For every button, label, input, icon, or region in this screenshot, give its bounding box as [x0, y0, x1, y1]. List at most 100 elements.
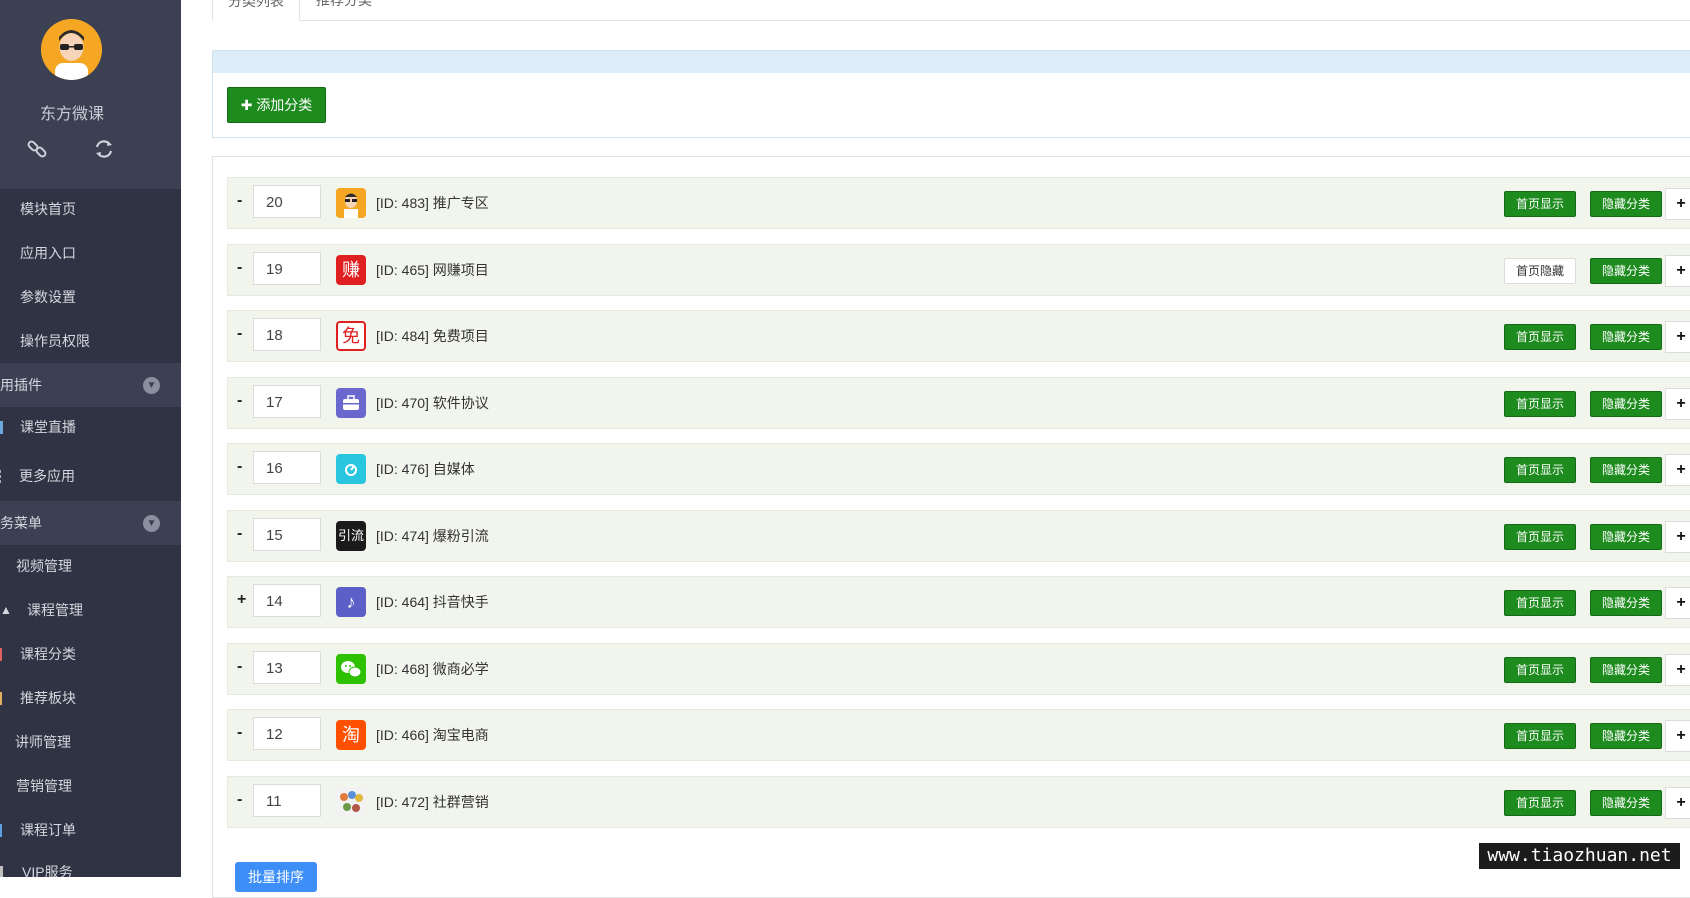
show-on-home-button[interactable]: 首页显示 — [1504, 191, 1576, 217]
add-subcategory-button[interactable]: + — [1665, 521, 1690, 553]
show-on-home-button[interactable]: 首页显示 — [1504, 590, 1576, 616]
collapse-toggle[interactable]: - — [237, 259, 247, 277]
avatar[interactable] — [41, 19, 102, 80]
show-on-home-button[interactable]: 首页显示 — [1504, 457, 1576, 483]
tab-category-list[interactable]: 分类列表 — [212, 0, 300, 21]
sidebar-item-more-apps[interactable]: 更多应用 — [0, 456, 181, 496]
category-row: -18 免 [ID: 484] 免费项目 首页显示 隐藏分类 + — [227, 310, 1690, 362]
sort-order-input[interactable]: 13 — [253, 651, 321, 684]
collapse-toggle[interactable]: - — [237, 724, 247, 742]
add-category-button[interactable]: ✚ 添加分类 — [227, 87, 326, 123]
category-name: [ID: 468] 微商必学 — [376, 661, 489, 677]
sidebar-item-course-management[interactable]: ▲ 课程管理 — [0, 590, 181, 630]
apps-icon — [0, 470, 2, 483]
hide-category-button[interactable]: 隐藏分类 — [1590, 590, 1662, 616]
sidebar-item-live-class[interactable]: 课堂直播 — [0, 407, 181, 447]
link-icon[interactable] — [22, 138, 52, 168]
category-name: [ID: 465] 网赚项目 — [376, 262, 489, 278]
collapse-toggle[interactable]: - — [237, 525, 247, 543]
tab-recommended-category[interactable]: 推荐分类 — [316, 0, 372, 19]
category-name: [ID: 476] 自媒体 — [376, 461, 475, 477]
sort-order-input[interactable]: 14 — [253, 584, 321, 617]
bulk-sort-button[interactable]: 批量排序 — [235, 862, 317, 892]
collapse-toggle[interactable]: - — [237, 791, 247, 809]
sidebar-group-plugins[interactable]: 用插件 ▼ — [0, 363, 181, 407]
order-icon — [0, 824, 2, 837]
sidebar-item-video-management[interactable]: 视频管理 — [0, 546, 181, 586]
sidebar-item-module-home[interactable]: 模块首页 — [0, 189, 181, 229]
watermark: www.tiaozhuan.net — [1479, 843, 1680, 869]
hide-category-button[interactable]: 隐藏分类 — [1590, 723, 1662, 749]
hide-category-button[interactable]: 隐藏分类 — [1590, 457, 1662, 483]
sidebar-item-marketing-management[interactable]: 营销管理 — [0, 766, 181, 806]
sidebar-item-vip-service[interactable]: VIP服务 — [0, 852, 181, 877]
sort-order-input[interactable]: 16 — [253, 451, 321, 484]
sidebar-item-recommend-block[interactable]: 推荐板块 — [0, 678, 181, 718]
panel-heading — [213, 51, 1690, 73]
add-subcategory-button[interactable]: + — [1665, 654, 1690, 686]
collapse-toggle[interactable]: - — [237, 325, 247, 343]
category-row: -11 [ID: 472] 社群营销 首页显示 隐藏分类 + — [227, 776, 1690, 828]
hidden-on-home-button[interactable]: 首页隐藏 — [1504, 258, 1576, 284]
hide-category-button[interactable]: 隐藏分类 — [1590, 657, 1662, 683]
category-name: [ID: 484] 免费项目 — [376, 328, 489, 344]
hide-category-button[interactable]: 隐藏分类 — [1590, 524, 1662, 550]
collapse-toggle[interactable]: - — [237, 392, 247, 410]
sort-order-input[interactable]: 11 — [253, 784, 321, 817]
sort-order-input[interactable]: 20 — [253, 185, 321, 218]
add-subcategory-button[interactable]: + — [1665, 787, 1690, 819]
sort-order-input[interactable]: 19 — [253, 252, 321, 285]
show-on-home-button[interactable]: 首页显示 — [1504, 391, 1576, 417]
show-on-home-button[interactable]: 首页显示 — [1504, 657, 1576, 683]
add-subcategory-button[interactable]: + — [1665, 587, 1690, 619]
chevron-down-icon: ▼ — [143, 377, 160, 394]
sidebar-item-lecturer-management[interactable]: 讲师管理 — [0, 722, 181, 762]
sort-order-input[interactable]: 15 — [253, 518, 321, 551]
category-name: [ID: 472] 社群营销 — [376, 794, 489, 810]
show-on-home-button[interactable]: 首页显示 — [1504, 524, 1576, 550]
expand-toggle[interactable]: + — [237, 591, 247, 609]
show-on-home-button[interactable]: 首页显示 — [1504, 324, 1576, 350]
category-row: +14 ♪ [ID: 464] 抖音快手 首页显示 隐藏分类 + — [227, 576, 1690, 628]
sidebar-item-course-orders[interactable]: 课程订单 — [0, 810, 181, 850]
category-name: [ID: 483] 推广专区 — [376, 195, 489, 211]
collapse-toggle[interactable]: - — [237, 658, 247, 676]
sort-order-input[interactable]: 12 — [253, 717, 321, 750]
add-subcategory-button[interactable]: + — [1665, 388, 1690, 420]
add-subcategory-button[interactable]: + — [1665, 720, 1690, 752]
sidebar-item-operator-permissions[interactable]: 操作员权限 — [0, 321, 181, 361]
sidebar-item-app-entry[interactable]: 应用入口 — [0, 233, 181, 273]
refresh-icon[interactable] — [89, 138, 119, 168]
media-icon — [336, 454, 366, 484]
hide-category-button[interactable]: 隐藏分类 — [1590, 191, 1662, 217]
live-icon — [0, 421, 3, 434]
add-subcategory-button[interactable]: + — [1665, 454, 1690, 486]
sidebar-item-settings[interactable]: 参数设置 — [0, 277, 181, 317]
category-name: [ID: 464] 抖音快手 — [376, 594, 489, 610]
hide-category-button[interactable]: 隐藏分类 — [1590, 790, 1662, 816]
show-on-home-button[interactable]: 首页显示 — [1504, 723, 1576, 749]
graduation-cap-icon: ▲ — [0, 603, 12, 617]
category-row: -12 淘 [ID: 466] 淘宝电商 首页显示 隐藏分类 + — [227, 709, 1690, 761]
hide-category-button[interactable]: 隐藏分类 — [1590, 324, 1662, 350]
hide-category-button[interactable]: 隐藏分类 — [1590, 258, 1662, 284]
hide-category-button[interactable]: 隐藏分类 — [1590, 391, 1662, 417]
add-subcategory-button[interactable]: + — [1665, 321, 1690, 353]
add-subcategory-button[interactable]: + — [1665, 188, 1690, 220]
sidebar: 东方微课 模块首页 应用入口 参数设置 操作员权限 用插件 ▼ 课堂直播 更多应… — [0, 0, 181, 877]
sort-order-input[interactable]: 17 — [253, 385, 321, 418]
sort-order-input[interactable]: 18 — [253, 318, 321, 351]
sidebar-header: 东方微课 — [0, 0, 181, 189]
sidebar-group-business-menu[interactable]: 务菜单 ▼ — [0, 501, 181, 545]
sidebar-item-course-category[interactable]: 课程分类 — [0, 634, 181, 674]
category-name: [ID: 474] 爆粉引流 — [376, 528, 489, 544]
show-on-home-button[interactable]: 首页显示 — [1504, 790, 1576, 816]
chevron-down-icon: ▼ — [143, 515, 160, 532]
community-icon — [336, 787, 366, 817]
collapse-toggle[interactable]: - — [237, 458, 247, 476]
category-row: -19 赚 [ID: 465] 网赚项目 首页隐藏 隐藏分类 + — [227, 244, 1690, 296]
add-subcategory-button[interactable]: + — [1665, 255, 1690, 287]
collapse-toggle[interactable]: - — [237, 192, 247, 210]
avatar-person-icon — [336, 188, 366, 218]
wechat-icon — [336, 654, 366, 684]
